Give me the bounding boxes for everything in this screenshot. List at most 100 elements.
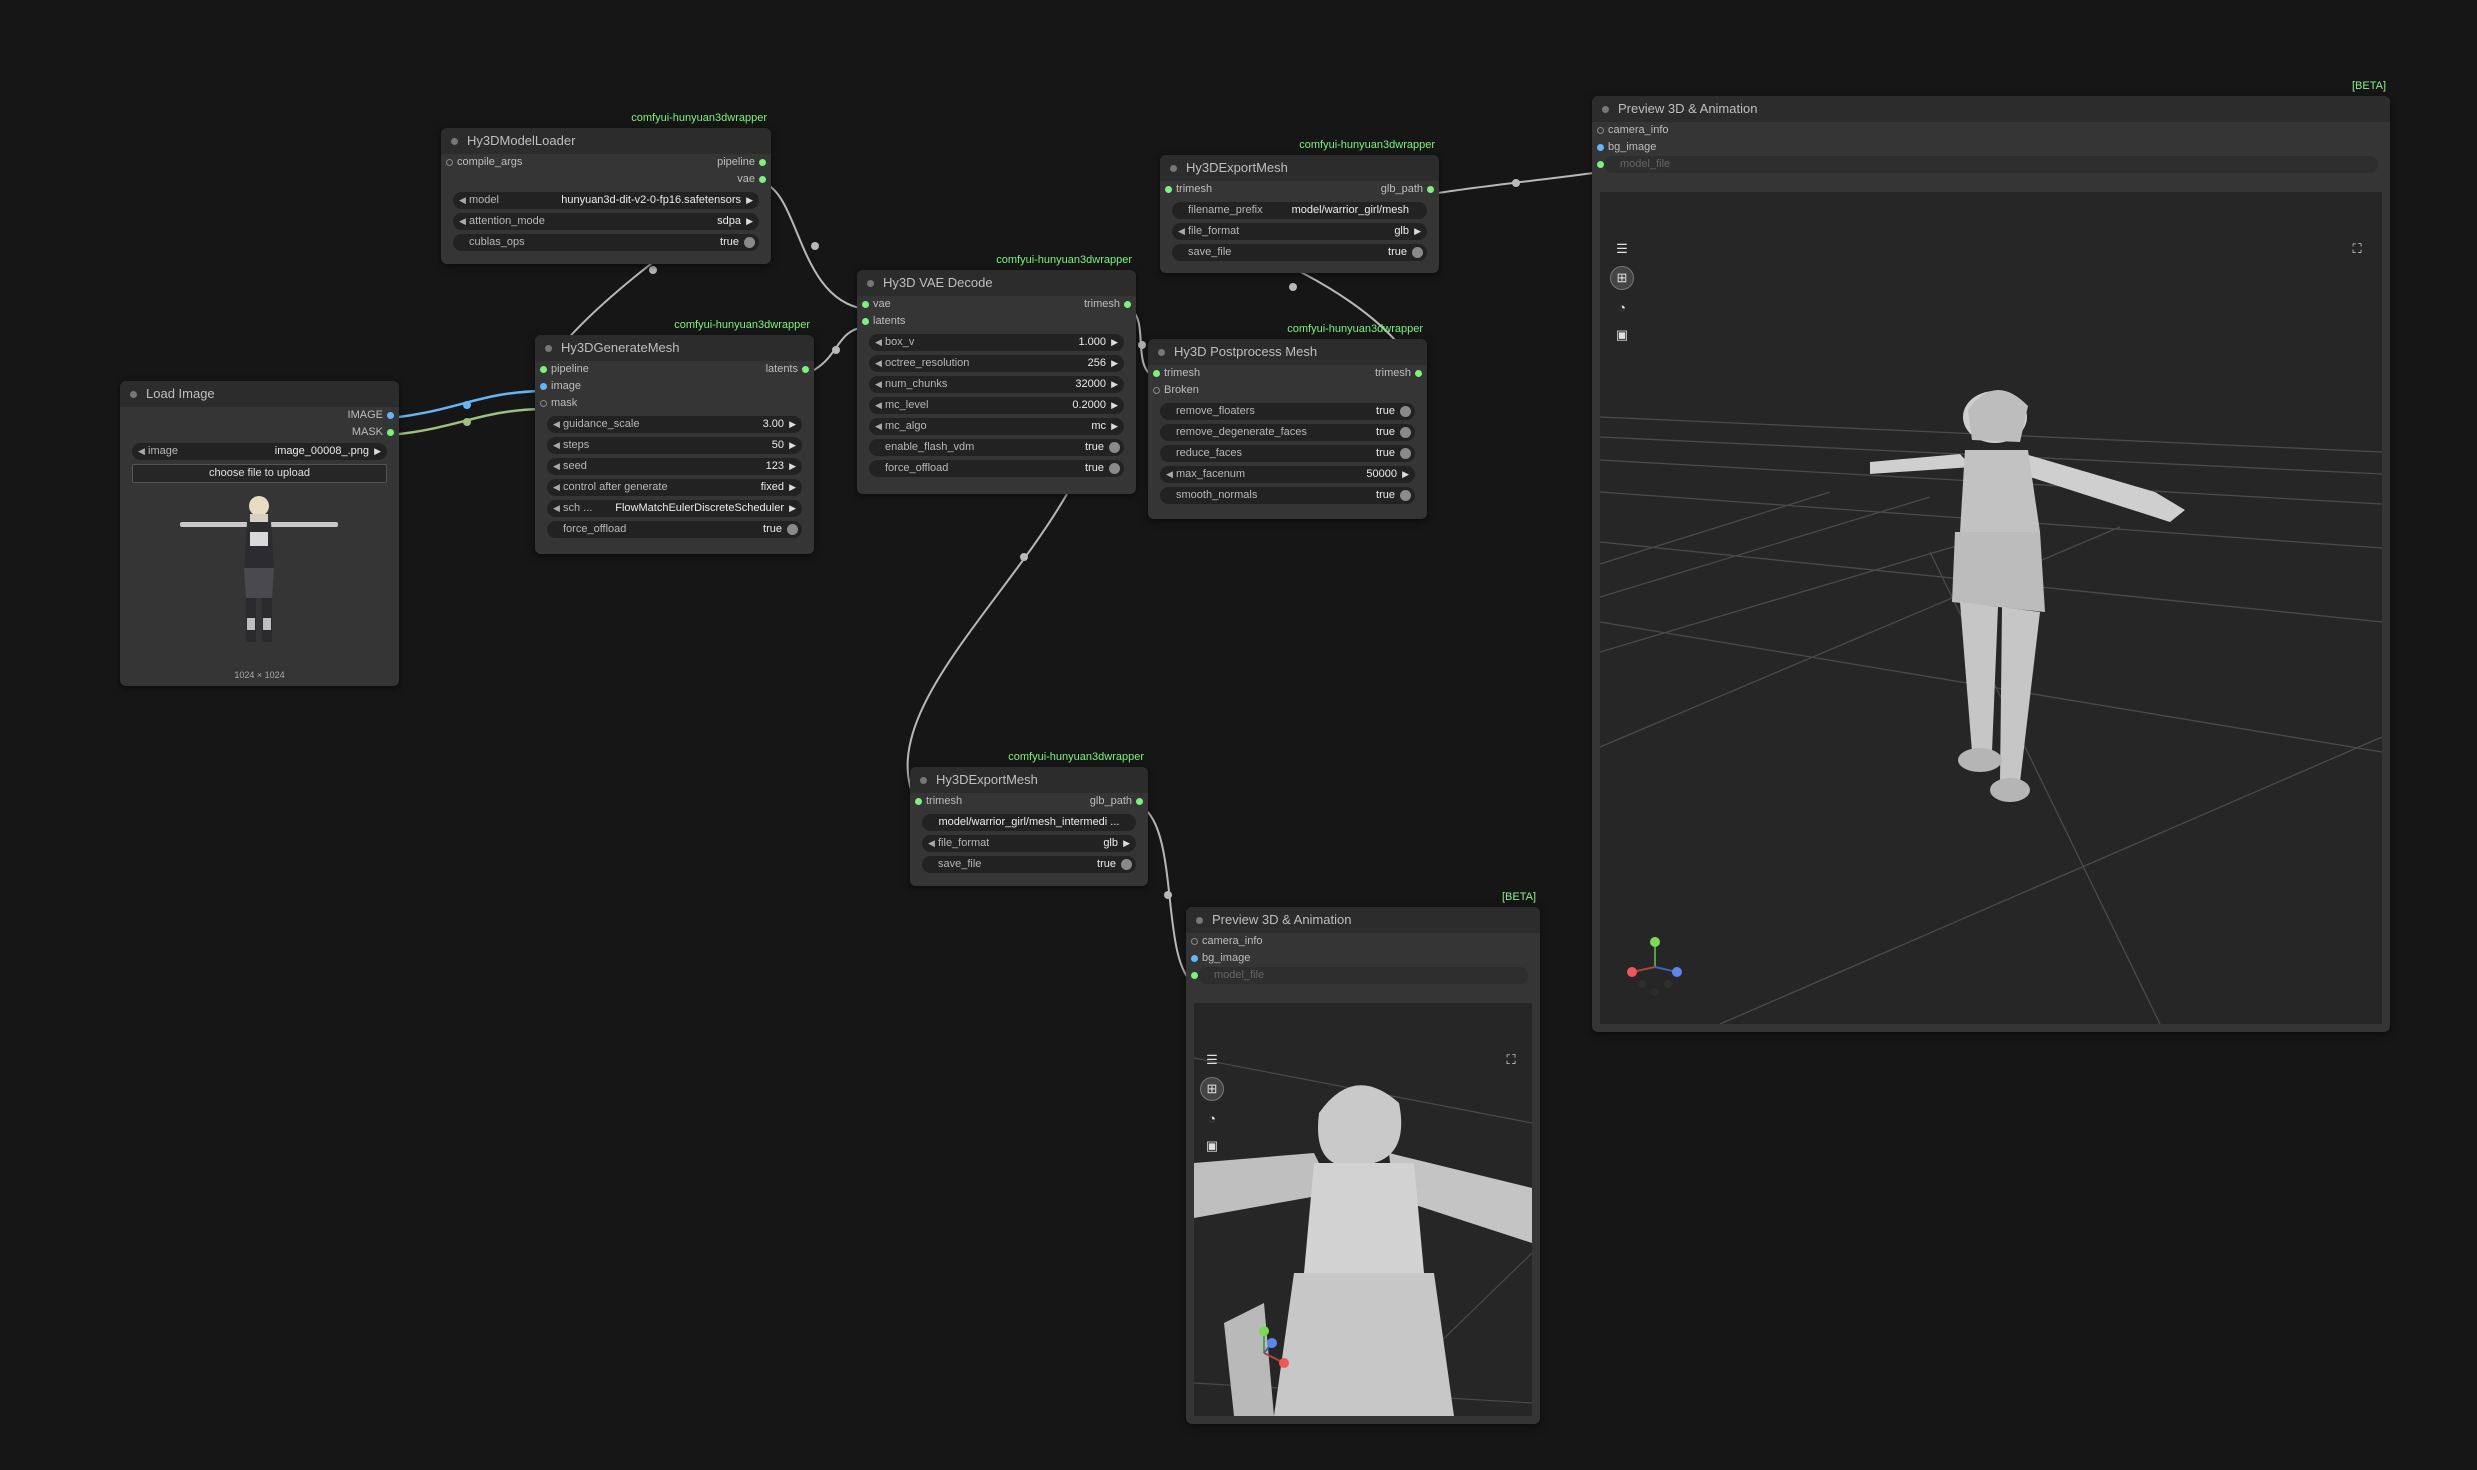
node-title-bar[interactable]: Hy3D Postprocess Mesh [1148,339,1427,365]
widget-save-file[interactable]: save_file true [1172,244,1427,261]
arrow-left-icon[interactable]: ◀ [875,376,882,393]
widget-force-offload[interactable]: force_offload true [547,521,802,538]
input-slot-mask[interactable] [540,400,547,407]
input-slot-model-file[interactable] [1191,972,1198,979]
node-title-bar[interactable]: Hy3D VAE Decode [857,270,1136,296]
arrow-left-icon[interactable]: ◀ [928,835,935,852]
arrow-right-icon[interactable]: ▶ [1111,397,1118,414]
node-graph-canvas[interactable]: comfyui-hunyuan3dwrapper Hy3DModelLoader… [0,0,2477,1470]
arrow-left-icon[interactable]: ◀ [1178,223,1185,240]
widget-mc-algo[interactable]: ◀ mc_algo mc ▶ [869,418,1124,435]
widget-model-file[interactable]: model_file [1597,156,2378,173]
arrow-left-icon[interactable]: ◀ [459,213,466,230]
input-slot-image[interactable] [540,383,547,390]
output-slot-pipeline[interactable] [759,159,766,166]
node-hy3d-export-mesh-top[interactable]: comfyui-hunyuan3dwrapper Hy3DExportMesh … [1160,139,1439,273]
widget-save-file[interactable]: save_file true [922,856,1136,873]
arrow-right-icon[interactable]: ▶ [789,479,796,496]
input-slot-pipeline[interactable] [540,366,547,373]
widget-seed[interactable]: ◀ seed 123 ▶ [547,458,802,475]
widget-octree-resolution[interactable]: ◀ octree_resolution 256 ▶ [869,355,1124,372]
arrow-left-icon[interactable]: ◀ [553,479,560,496]
widget-file-format[interactable]: ◀ file_format glb ▶ [922,835,1136,852]
arrow-right-icon[interactable]: ▶ [1123,835,1130,852]
arrow-left-icon[interactable]: ◀ [875,397,882,414]
upload-button[interactable]: choose file to upload [132,464,387,483]
input-slot-camera-info[interactable] [1191,938,1198,945]
widget-remove-floaters[interactable]: remove_floaters true [1160,403,1415,420]
arrow-right-icon[interactable]: ▶ [1414,223,1421,240]
collapse-dot[interactable] [451,138,458,145]
arrow-right-icon[interactable]: ▶ [1111,376,1118,393]
node-title-bar[interactable]: Hy3DGenerateMesh [535,335,814,361]
widget-remove-degenerate-faces[interactable]: remove_degenerate_faces true [1160,424,1415,441]
input-slot-bg-image[interactable] [1597,144,1604,151]
arrow-right-icon[interactable]: ▶ [746,192,753,209]
widget-num-chunks[interactable]: ◀ num_chunks 32000 ▶ [869,376,1124,393]
node-hy3d-vae-decode[interactable]: comfyui-hunyuan3dwrapper Hy3D VAE Decode… [857,254,1136,494]
arrow-left-icon[interactable]: ◀ [553,416,560,433]
palette-icon[interactable]: ◔ [1611,296,1633,318]
arrow-left-icon[interactable]: ◀ [553,458,560,475]
arrow-left-icon[interactable]: ◀ [875,355,882,372]
toggle-knob[interactable] [1121,859,1132,870]
toggle-knob[interactable] [1109,463,1120,474]
grid-icon[interactable]: ⊞ [1200,1077,1224,1101]
collapse-dot[interactable] [1602,106,1609,113]
arrow-right-icon[interactable]: ▶ [789,416,796,433]
grid-icon[interactable]: ⊞ [1610,266,1634,290]
widget-model-file[interactable]: model_file [1191,967,1528,984]
collapse-dot[interactable] [920,777,927,784]
arrow-right-icon[interactable]: ▶ [789,500,796,517]
node-title-bar[interactable]: Hy3DExportMesh [910,767,1148,793]
node-title-bar[interactable]: Hy3DModelLoader [441,128,771,154]
arrow-right-icon[interactable]: ▶ [374,443,381,460]
collapse-dot[interactable] [1196,917,1203,924]
widget-smooth-normals[interactable]: smooth_normals true [1160,487,1415,504]
node-preview-3d-top[interactable]: [BETA] Preview 3D & Animation camera_inf… [1592,80,2390,1032]
arrow-left-icon[interactable]: ◀ [1166,466,1173,483]
input-slot-model-file[interactable] [1597,161,1604,168]
node-preview-3d-bottom[interactable]: [BETA] Preview 3D & Animation camera_inf… [1186,891,1540,1424]
image-icon[interactable]: ▣ [1201,1135,1223,1157]
collapse-dot[interactable] [1170,165,1177,172]
widget-control-after-generate[interactable]: ◀ control after generate fixed ▶ [547,479,802,496]
input-slot-trimesh[interactable] [1153,370,1160,377]
toggle-knob[interactable] [1412,247,1423,258]
input-slot-trimesh[interactable] [1165,186,1172,193]
widget-enable-flash-vdm[interactable]: enable_flash_vdm true [869,439,1124,456]
widget-guidance-scale[interactable]: ◀ guidance_scale 3.00 ▶ [547,416,802,433]
input-slot-compile-args[interactable] [446,159,453,166]
arrow-right-icon[interactable]: ▶ [1402,466,1409,483]
input-slot-broken[interactable] [1153,387,1160,394]
arrow-right-icon[interactable]: ▶ [789,437,796,454]
collapse-dot[interactable] [867,280,874,287]
toggle-knob[interactable] [1400,427,1411,438]
node-title-bar[interactable]: Preview 3D & Animation [1592,96,2390,122]
widget-mc-level[interactable]: ◀ mc_level 0.2000 ▶ [869,397,1124,414]
arrow-left-icon[interactable]: ◀ [875,334,882,351]
collapse-dot[interactable] [130,391,137,398]
node-title-bar[interactable]: Preview 3D & Animation [1186,907,1540,933]
widget-cublas-ops[interactable]: cublas_ops true [453,234,759,251]
node-load-image[interactable]: Load Image IMAGE MASK ◀ image image_00008_… [120,381,399,686]
input-slot-latents[interactable] [862,318,869,325]
menu-icon[interactable]: ☰ [1201,1049,1223,1071]
widget-steps[interactable]: ◀ steps 50 ▶ [547,437,802,454]
palette-icon[interactable]: ◔ [1201,1107,1223,1129]
toggle-knob[interactable] [787,524,798,535]
node-title-bar[interactable]: Load Image [120,381,399,407]
widget-filename-prefix[interactable]: model/warrior_girl/mesh_intermedi ... [922,814,1136,831]
arrow-right-icon[interactable]: ▶ [1111,355,1118,372]
widget-file-format[interactable]: ◀ file_format glb ▶ [1172,223,1427,240]
arrow-right-icon[interactable]: ▶ [1111,418,1118,435]
node-hy3d-generate-mesh[interactable]: comfyui-hunyuan3dwrapper Hy3DGenerateMes… [535,319,814,554]
widget-reduce-faces[interactable]: reduce_faces true [1160,445,1415,462]
input-slot-trimesh[interactable] [915,798,922,805]
fullscreen-icon[interactable]: ⛶ [2346,238,2368,260]
output-slot-latents[interactable] [802,366,809,373]
arrow-right-icon[interactable]: ▶ [746,213,753,230]
node-title-bar[interactable]: Hy3DExportMesh [1160,155,1439,181]
arrow-right-icon[interactable]: ▶ [1111,334,1118,351]
fullscreen-icon[interactable]: ⛶ [1500,1049,1522,1071]
